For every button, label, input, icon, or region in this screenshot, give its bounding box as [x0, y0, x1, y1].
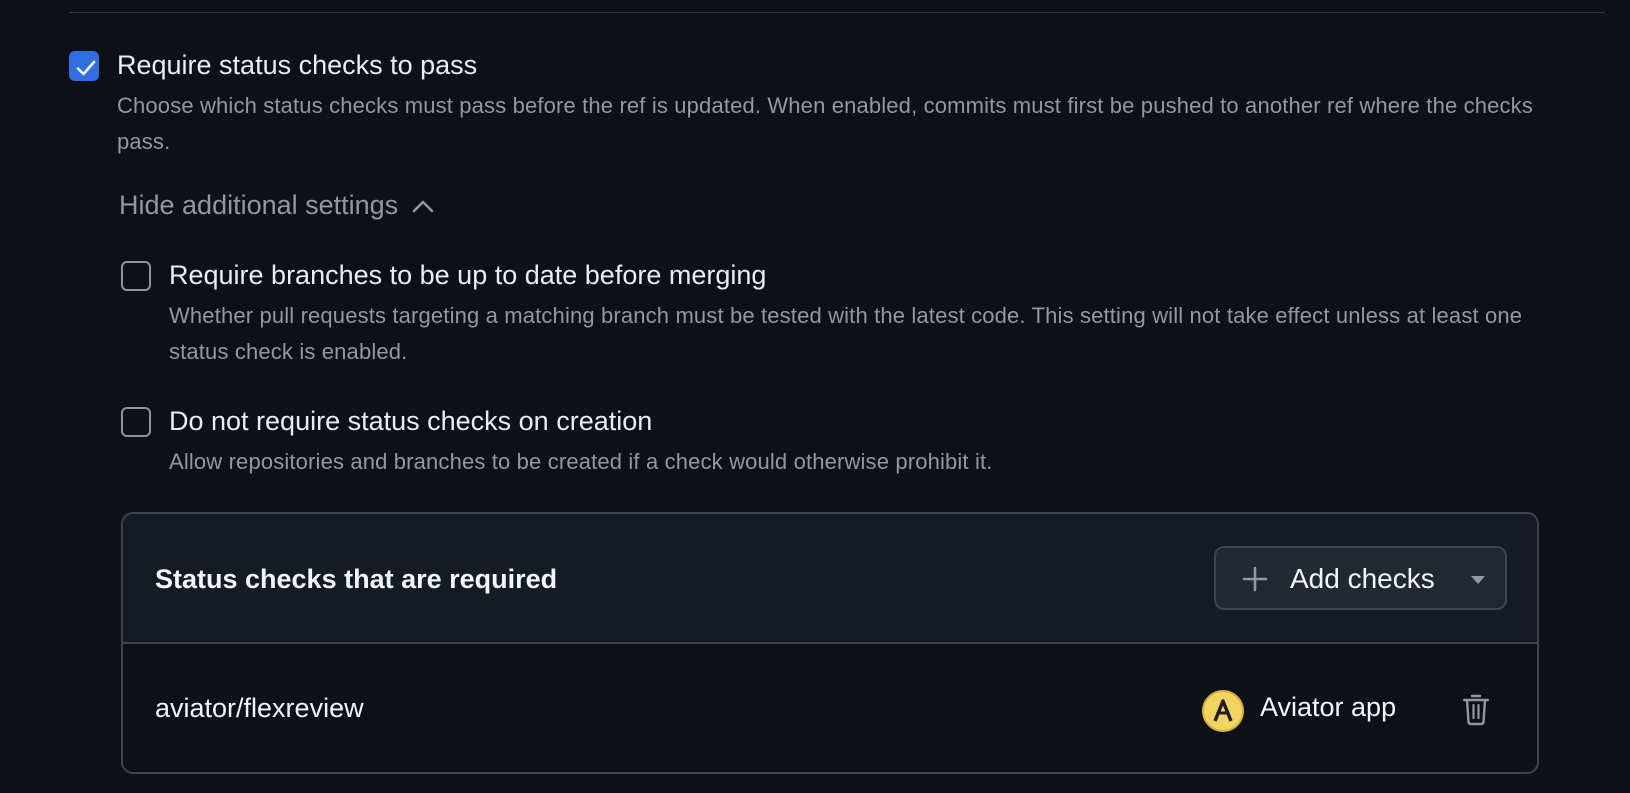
no-checks-on-creation-description: Allow repositories and branches to be cr…: [169, 449, 993, 474]
require-up-to-date-checkbox[interactable]: [121, 261, 151, 291]
checkmark-icon: [76, 60, 96, 76]
required-check-row: aviator/flexreview Aviator app: [123, 644, 1537, 772]
trash-icon: [1462, 694, 1490, 726]
require-status-checks-label: Require status checks to pass: [117, 50, 478, 80]
hide-additional-settings-toggle[interactable]: Hide additional settings: [119, 190, 434, 221]
required-checks-title: Status checks that are required: [155, 564, 558, 594]
require-status-checks-description: Choose which status checks must pass bef…: [117, 93, 1533, 154]
section-divider: [69, 12, 1605, 13]
aviator-logo-icon: [1202, 690, 1244, 732]
require-up-to-date-label: Require branches to be up to date before…: [169, 260, 767, 290]
required-checks-header: Status checks that are required Add chec…: [123, 514, 1537, 644]
plus-icon: [1242, 566, 1268, 592]
hide-additional-settings-label: Hide additional settings: [119, 190, 399, 220]
check-name: aviator/flexreview: [155, 693, 364, 723]
caret-down-icon: [1471, 576, 1485, 584]
chevron-up-icon: [412, 200, 434, 212]
required-checks-panel: Status checks that are required Add chec…: [121, 512, 1539, 774]
add-checks-button[interactable]: Add checks: [1214, 546, 1507, 610]
require-status-checks-checkbox[interactable]: [69, 51, 99, 81]
no-checks-on-creation-checkbox[interactable]: [121, 407, 151, 437]
add-checks-label: Add checks: [1290, 563, 1435, 594]
check-app-name: Aviator app: [1260, 692, 1397, 722]
require-up-to-date-description: Whether pull requests targeting a matchi…: [169, 303, 1523, 364]
no-checks-on-creation-label: Do not require status checks on creation: [169, 406, 653, 436]
remove-check-button[interactable]: [1461, 692, 1491, 726]
